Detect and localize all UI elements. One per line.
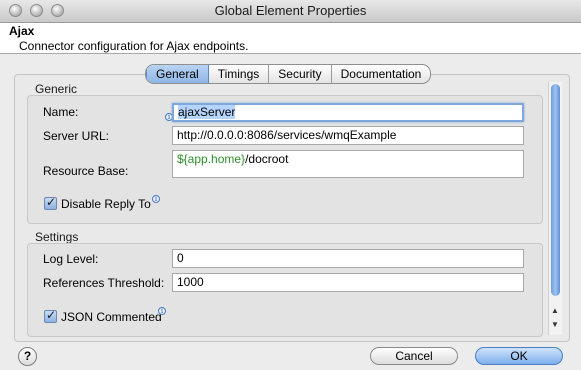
header-title: Ajax xyxy=(9,24,35,38)
generic-legend: Generic xyxy=(35,82,78,96)
vertical-scrollbar[interactable]: ▲ ▼ xyxy=(548,82,562,335)
tab-documentation[interactable]: Documentation xyxy=(332,65,431,83)
tab-general[interactable]: General xyxy=(146,65,209,83)
resource-base-path: /docroot xyxy=(245,152,289,166)
scroll-down-arrow-icon[interactable]: ▼ xyxy=(551,320,559,329)
name-label: Name: xyxy=(43,105,79,119)
title-bar: Global Element Properties xyxy=(0,0,581,23)
help-button[interactable]: ? xyxy=(18,347,37,366)
window-title: Global Element Properties xyxy=(214,3,367,18)
references-threshold-field[interactable]: 1000 xyxy=(172,273,524,292)
disable-reply-to-label: Disable Reply To xyxy=(61,197,151,211)
settings-legend: Settings xyxy=(35,230,79,244)
server-url-label: Server URL: xyxy=(43,129,110,143)
resource-base-label: Resource Base: xyxy=(43,164,129,178)
resource-base-variable: ${app.home} xyxy=(177,152,246,166)
log-level-label: Log Level: xyxy=(43,252,99,266)
resource-base-field[interactable]: ${app.home}/docroot xyxy=(172,150,524,178)
tab-bar: General Timings Security Documentation xyxy=(145,64,432,84)
scroll-up-arrow-icon[interactable]: ▲ xyxy=(551,306,559,315)
tab-timings[interactable]: Timings xyxy=(209,65,270,83)
tab-security[interactable]: Security xyxy=(269,65,332,83)
log-level-field[interactable]: 0 xyxy=(172,249,524,268)
references-threshold-label: References Threshold: xyxy=(43,276,165,290)
server-url-field[interactable]: http://0.0.0.0:8086/services/wmqExample xyxy=(172,126,524,145)
name-field[interactable]: ajaxServer xyxy=(172,103,524,122)
info-icon: i xyxy=(152,195,160,203)
json-commented-label: JSON Commented xyxy=(61,310,162,324)
ok-button[interactable]: OK xyxy=(475,347,563,365)
disable-reply-to-checkbox[interactable] xyxy=(44,195,57,210)
info-icon: i xyxy=(158,307,166,315)
scrollbar-thumb[interactable] xyxy=(551,84,560,296)
dialog-header: Ajax Connector configuration for Ajax en… xyxy=(0,23,581,54)
json-commented-checkbox[interactable] xyxy=(44,308,57,323)
cancel-button[interactable]: Cancel xyxy=(370,347,458,365)
header-description: Connector configuration for Ajax endpoin… xyxy=(19,39,249,53)
